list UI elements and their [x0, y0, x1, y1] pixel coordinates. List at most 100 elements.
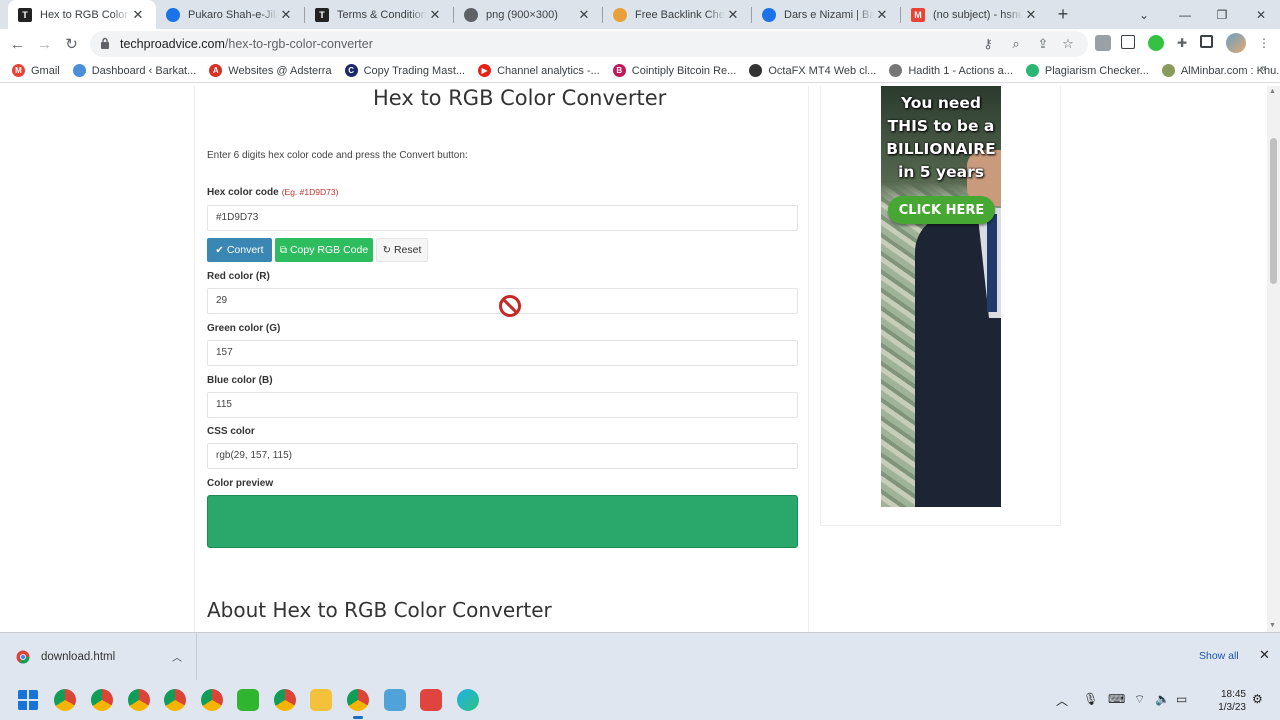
tab-5[interactable]: Dars e Nizami | Barkat✕	[752, 0, 900, 29]
main-column: Hex to RGB Color Converter Enter 6 digit…	[194, 86, 809, 632]
bookmark-label: Cointiply Bitcoin Re...	[631, 64, 737, 77]
download-item[interactable]: download.html ︿	[0, 633, 197, 680]
chrome-taskbar-icon-1[interactable]	[54, 689, 76, 711]
share-icon[interactable]: ⇪	[1035, 36, 1051, 52]
tab-1[interactable]: Pukaro Shah-e-Jilan ✕	[156, 0, 304, 29]
bookmark-label: OctaFX MT4 Web cl...	[768, 64, 877, 77]
css-label: CSS color	[207, 426, 255, 437]
scroll-down-icon[interactable]: ▼	[1269, 622, 1276, 629]
copy-rgb-button[interactable]: ⧉ Copy RGB Code	[275, 238, 373, 262]
profile-avatar[interactable]	[1226, 33, 1246, 53]
tab-3[interactable]: png (900×300) ✕	[454, 0, 602, 29]
edge-icon[interactable]	[457, 689, 479, 711]
tab-strip: THex to RGB Color Converter✕Pukaro Shah-…	[0, 0, 1280, 29]
bookmarks-bar: M Gmail Dashboard ‹ Barkat... A Websites @ A…	[0, 59, 1280, 83]
chevron-up-icon[interactable]: ︿	[172, 649, 182, 664]
image-extension-icon[interactable]	[1121, 35, 1135, 49]
hex-input[interactable]: #1D9D73	[207, 205, 798, 231]
camtasia-icon[interactable]	[237, 689, 259, 711]
battery-icon[interactable]: ▭	[1176, 692, 1187, 706]
volume-icon[interactable]: 🔈	[1155, 692, 1170, 706]
windows-start-icon[interactable]	[17, 689, 39, 711]
show-all-link[interactable]: Show all	[1199, 650, 1239, 662]
css-input[interactable]: rgb(29, 157, 115)	[207, 443, 798, 469]
tab-4[interactable]: Free Backlink Checker✕	[603, 0, 751, 29]
puzzle-icon[interactable]: ✚	[1174, 35, 1190, 51]
key-icon[interactable]: ⚷	[980, 36, 996, 52]
menu-icon[interactable]: ⋮	[1256, 35, 1272, 51]
tab-favicon-icon: T	[18, 7, 32, 22]
page-scrollbar[interactable]: ▲ ▼	[1267, 86, 1280, 632]
notepad-icon[interactable]	[384, 689, 406, 711]
not-allowed-cursor-icon	[499, 295, 521, 317]
bookmark-item[interactable]: ▶ Channel analytics -...	[478, 64, 600, 77]
tab-search-icon[interactable]: ⌄	[1121, 0, 1167, 29]
chrome-taskbar-icon-5[interactable]	[201, 689, 223, 711]
tab-favicon-icon	[166, 7, 180, 22]
tab-close-icon[interactable]: ✕	[130, 7, 146, 23]
bookmark-item[interactable]: Plagiarism Checker...	[1025, 64, 1149, 77]
preview-label: Color preview	[207, 478, 274, 489]
green-input[interactable]: 157	[207, 340, 798, 366]
side-panel-icon[interactable]	[1200, 35, 1213, 48]
scroll-thumb[interactable]	[1270, 138, 1277, 284]
tab-close-icon[interactable]: ✕	[278, 7, 294, 23]
tab-close-icon[interactable]: ✕	[427, 7, 443, 23]
bookmark-item[interactable]: Dashboard ‹ Barkat...	[72, 64, 196, 77]
bookmark-item[interactable]: A Websites @ Adsterra	[209, 64, 332, 77]
bookmark-item[interactable]: C Copy Trading Mast...	[344, 64, 465, 77]
microphone-icon[interactable]: 🎙	[1083, 692, 1098, 706]
tab-close-icon[interactable]: ✕	[874, 7, 890, 23]
chrome-taskbar-icon-6[interactable]	[274, 689, 296, 711]
bookmark-star-icon[interactable]: ☆	[1060, 36, 1076, 52]
taskbar: ︿ 🎙 ⌨ ⌔ 🔈 ▭ 18:45 1/3/23 ⚙	[0, 680, 1280, 720]
clock[interactable]: 18:45 1/3/23	[1210, 688, 1246, 714]
tab-title: Hex to RGB Color Converter	[40, 8, 130, 21]
tray-overflow-icon[interactable]: ︿	[1056, 692, 1068, 709]
convert-button[interactable]: ✔ Convert	[207, 238, 272, 262]
forward-icon[interactable]: →	[31, 31, 58, 57]
keyboard-icon[interactable]: ⌨	[1108, 692, 1125, 706]
chrome-taskbar-icon-active[interactable]	[347, 689, 369, 719]
tab-close-icon[interactable]: ✕	[1023, 7, 1039, 23]
green-label: Green color (G)	[207, 323, 281, 334]
address-path: /hex-to-rgb-color-converter	[224, 37, 373, 51]
new-tab-button[interactable]: +	[1049, 0, 1077, 29]
tab-favicon-icon	[464, 7, 478, 22]
bookmark-label: Channel analytics -...	[497, 64, 600, 77]
tab-6[interactable]: M (no subject) - hsnuk9✕	[901, 0, 1049, 29]
green-extension-icon[interactable]	[1148, 35, 1164, 51]
scroll-up-icon[interactable]: ▲	[1269, 88, 1276, 95]
file-explorer-icon[interactable]	[310, 689, 332, 711]
tab-close-icon[interactable]: ✕	[725, 7, 741, 23]
chrome-taskbar-icon-4[interactable]	[164, 689, 186, 711]
wifi-icon[interactable]: ⌔	[1134, 692, 1145, 707]
bookmarks-more-icon[interactable]: »	[1260, 63, 1266, 75]
bookmark-item[interactable]: B Cointiply Bitcoin Re...	[612, 64, 737, 77]
clock-time: 18:45	[1220, 689, 1246, 700]
bookmark-item[interactable]: Hadith 1 - Actions a...	[889, 64, 1013, 77]
address-bar[interactable]: techproadvice.com/hex-to-rgb-color-conve…	[90, 31, 1088, 57]
tab-2[interactable]: T Terms & Conditions Generator✕	[305, 0, 453, 29]
hex-label: Hex color code (Eg. #1D9D73)	[207, 187, 339, 198]
chrome-taskbar-icon-2[interactable]	[91, 689, 113, 711]
bookmark-item[interactable]: M Gmail	[12, 64, 60, 77]
recorder-icon[interactable]	[420, 689, 442, 711]
reload-icon[interactable]: ↻	[58, 31, 85, 57]
advertisement-banner[interactable]: You need THIS to be a BILLIONAIRE in 5 y…	[881, 86, 1001, 507]
extension-icon[interactable]	[1095, 35, 1111, 51]
reset-button[interactable]: ↻ Reset	[376, 238, 428, 262]
ad-cta-button[interactable]: CLICK HERE	[888, 196, 995, 224]
back-icon[interactable]: ←	[4, 31, 31, 57]
bookmark-icon	[749, 64, 763, 77]
tab-0[interactable]: T Hex to RGB Color Converter✕	[8, 0, 156, 29]
tab-close-icon[interactable]: ✕	[576, 7, 592, 23]
downloads-bar: download.html ︿ Show all ✕	[0, 632, 1280, 680]
notification-icon[interactable]: ⚙	[1252, 692, 1263, 706]
zoom-icon[interactable]: ⌕	[1008, 36, 1024, 52]
bookmark-item[interactable]: OctaFX MT4 Web cl...	[749, 64, 876, 77]
close-downloads-icon[interactable]: ✕	[1259, 647, 1270, 663]
blue-input[interactable]: 115	[207, 392, 798, 418]
close-window-icon[interactable]: ✕	[1238, 0, 1280, 29]
chrome-taskbar-icon-3[interactable]	[128, 689, 150, 711]
